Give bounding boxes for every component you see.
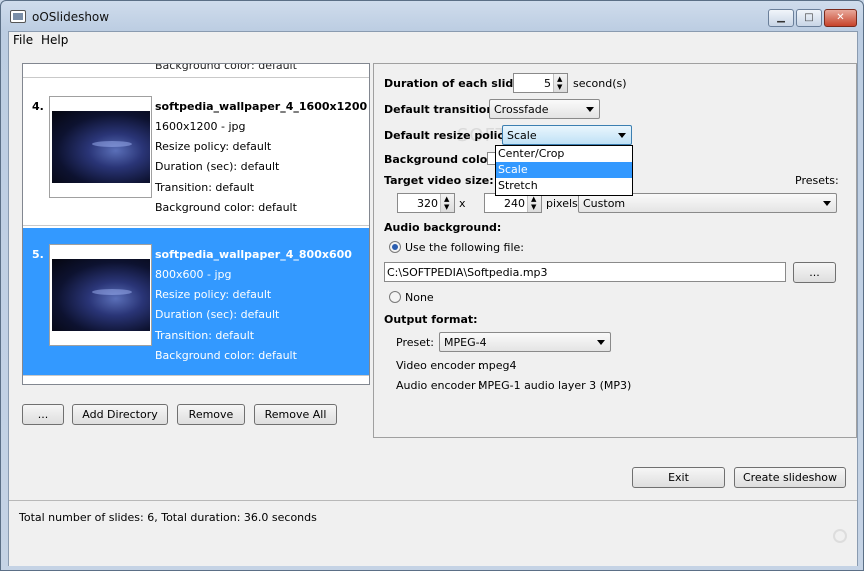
- resize-label: Default resize policy:: [384, 129, 516, 142]
- slide-thumbnail: [49, 244, 152, 346]
- resize-dropdown-list[interactable]: Center/Crop Scale Stretch: [495, 145, 633, 196]
- use-file-radio[interactable]: [389, 241, 401, 253]
- menu-bar: File Help: [9, 32, 857, 49]
- use-file-label: Use the following file:: [405, 241, 525, 254]
- pixels-label: pixels: [546, 197, 578, 210]
- slide-transition: Transition: default: [155, 181, 255, 194]
- format-value: MPEG-4: [444, 336, 487, 349]
- none-label: None: [405, 291, 434, 304]
- audio-file-field[interactable]: C:\SOFTPEDIA\Softpedia.mp3: [384, 262, 786, 282]
- resize-value: Scale: [507, 129, 537, 142]
- slide-transition: Transition: default: [155, 329, 255, 342]
- title-bar[interactable]: oOSlideshow ▁ □ ✕: [1, 1, 864, 31]
- duration-unit: second(s): [573, 77, 627, 90]
- spinner-arrows[interactable]: ▲ ▼: [553, 74, 567, 92]
- maximize-button[interactable]: □: [796, 9, 822, 27]
- audio-label: Audio background:: [384, 221, 502, 234]
- duration-spinner[interactable]: 5 ▲ ▼: [513, 73, 568, 93]
- list-item-partial[interactable]: Background color: default: [23, 64, 369, 78]
- more-button[interactable]: ...: [22, 404, 64, 425]
- audio-encoder-label: Audio encoder :: [396, 379, 483, 392]
- slide-background: Background color: default: [155, 201, 297, 214]
- close-button[interactable]: ✕: [824, 9, 857, 27]
- spinner-arrows[interactable]: ▲ ▼: [440, 194, 454, 212]
- format-select[interactable]: MPEG-4: [439, 332, 611, 352]
- audio-encoder-value: MPEG-1 audio layer 3 (MP3): [478, 379, 632, 392]
- x-label: x: [459, 197, 466, 210]
- create-slideshow-button[interactable]: Create slideshow: [734, 467, 846, 488]
- video-encoder-value: mpeg4: [478, 359, 517, 372]
- width-spinner[interactable]: 320 ▲ ▼: [397, 193, 455, 213]
- preset-label: Preset:: [396, 336, 435, 349]
- slide-number: 5.: [32, 248, 44, 261]
- resize-option-scale[interactable]: Scale: [496, 162, 632, 178]
- slide-item-4[interactable]: 4. softpedia_wallpaper_4_1600x1200 1600x…: [23, 80, 369, 226]
- slide-resize: Resize policy: default: [155, 140, 272, 153]
- preset-value: Custom: [583, 197, 626, 210]
- slide-size: 1600x1200 - jpg: [155, 120, 246, 133]
- video-encoder-label: Video encoder :: [396, 359, 483, 372]
- width-value: 320: [417, 197, 438, 210]
- slide-resize: Resize policy: default: [155, 288, 272, 301]
- minimize-button[interactable]: ▁: [768, 9, 794, 27]
- exit-button[interactable]: Exit: [632, 467, 725, 488]
- slide-size: 800x600 - jpg: [155, 268, 232, 281]
- chevron-down-icon: [597, 340, 605, 345]
- progress-indicator: [833, 529, 847, 543]
- slide-item-5[interactable]: 5. softpedia_wallpaper_4_800x600 800x600…: [23, 228, 369, 376]
- height-spinner[interactable]: 240 ▲ ▼: [484, 193, 542, 213]
- height-value: 240: [504, 197, 525, 210]
- status-text: Total number of slides: 6, Total duratio…: [19, 511, 317, 524]
- app-icon: [10, 10, 26, 23]
- chevron-down-icon: [586, 107, 594, 112]
- presets-select[interactable]: Custom: [578, 193, 837, 213]
- duration-value: 5: [544, 77, 551, 90]
- output-label: Output format:: [384, 313, 478, 326]
- slide-duration: Duration (sec): default: [155, 308, 280, 321]
- remove-all-button[interactable]: Remove All: [254, 404, 337, 425]
- slide-background-text: Background color: default: [155, 63, 297, 72]
- chevron-down-icon: [618, 133, 626, 138]
- slide-list[interactable]: Background color: default 4. softpedia_w…: [22, 63, 370, 385]
- presets-label: Presets:: [795, 174, 839, 187]
- slide-background: Background color: default: [155, 349, 297, 362]
- slide-name: softpedia_wallpaper_4_1600x1200: [155, 100, 368, 113]
- browse-button[interactable]: ...: [793, 262, 836, 283]
- add-directory-button[interactable]: Add Directory: [72, 404, 168, 425]
- chevron-down-icon: [823, 201, 831, 206]
- slide-name: softpedia_wallpaper_4_800x600: [155, 248, 352, 261]
- resize-select[interactable]: Scale: [502, 125, 632, 145]
- none-radio[interactable]: [389, 291, 401, 303]
- menu-file[interactable]: File: [13, 33, 33, 47]
- menu-help[interactable]: Help: [41, 33, 68, 47]
- transition-label: Default transition :: [384, 103, 503, 116]
- resize-option-stretch[interactable]: Stretch: [496, 178, 632, 194]
- size-label: Target video size:: [384, 174, 494, 187]
- client-area: File Help Background color: default 4. s…: [8, 31, 858, 566]
- transition-value: Crossfade: [494, 103, 549, 116]
- remove-button[interactable]: Remove: [177, 404, 245, 425]
- slide-duration: Duration (sec): default: [155, 160, 280, 173]
- window-frame: oOSlideshow ▁ □ ✕ File Help Background c…: [0, 0, 864, 571]
- transition-select[interactable]: Crossfade: [489, 99, 600, 119]
- window-title: oOSlideshow: [32, 10, 110, 24]
- spinner-arrows[interactable]: ▲ ▼: [527, 194, 541, 212]
- duration-label: Duration of each slide :: [384, 77, 529, 90]
- slide-number: 4.: [32, 100, 44, 113]
- status-bar: Total number of slides: 6, Total duratio…: [9, 500, 857, 566]
- slide-thumbnail: [49, 96, 152, 198]
- resize-option-center-crop[interactable]: Center/Crop: [496, 146, 632, 162]
- bgcolor-label: Background color:: [384, 153, 498, 166]
